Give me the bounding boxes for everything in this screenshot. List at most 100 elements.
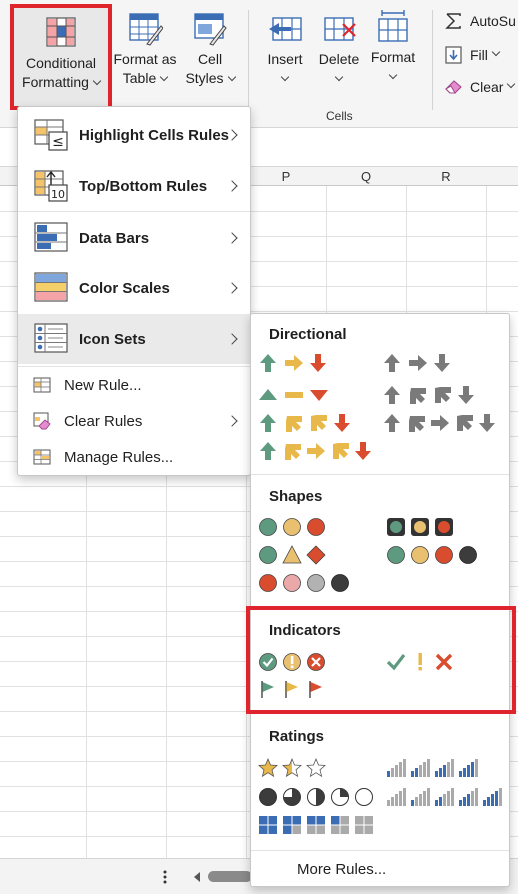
ribbon-group-separator xyxy=(248,10,249,110)
full-star-icon xyxy=(258,757,278,778)
delete-button[interactable]: Delete xyxy=(312,12,366,88)
chevron-down-icon xyxy=(507,79,516,89)
signal-bars-icon xyxy=(435,788,454,806)
icon-set-5-boxes[interactable] xyxy=(257,814,381,836)
format-cells-icon xyxy=(378,10,408,42)
signal-bars-icon xyxy=(387,759,406,777)
icon-set-3-signs[interactable] xyxy=(257,544,337,566)
conditional-formatting-button[interactable]: Conditional Formatting xyxy=(10,4,112,110)
ratings-section-title: Ratings xyxy=(269,728,325,745)
half-star-icon xyxy=(282,757,302,778)
icon-set-3-stars[interactable] xyxy=(257,757,337,779)
icon-set-4-traffic-lights[interactable] xyxy=(385,544,485,566)
arrow-up-right-icon xyxy=(410,388,426,404)
menu-item-manage-rules[interactable]: Manage Rules... xyxy=(18,441,250,473)
icon-set-4-arrows-gray[interactable] xyxy=(381,384,501,406)
arrow-down-icon xyxy=(458,386,474,404)
menu-item-color-scales[interactable]: Color Scales xyxy=(18,263,250,313)
top-bottom-icon: 10 xyxy=(34,170,68,202)
icon-set-4-ratings[interactable] xyxy=(385,757,489,779)
submenu-separator xyxy=(251,850,509,851)
submenu-separator xyxy=(251,474,509,475)
chevron-down-icon xyxy=(334,72,344,82)
icon-set-red-to-black[interactable] xyxy=(257,572,357,594)
arrow-right-icon xyxy=(409,355,427,371)
horizontal-scroll-thumb[interactable] xyxy=(208,871,252,882)
empty-circle-icon xyxy=(355,788,373,806)
cell-styles-button[interactable]: Cell Styles xyxy=(180,12,240,88)
color-scales-label: Color Scales xyxy=(79,279,170,297)
icon-set-3-arrows-gray[interactable] xyxy=(381,352,491,374)
icon-set-4-arrows-colored[interactable] xyxy=(257,412,367,434)
scroll-left-icon[interactable] xyxy=(192,871,202,883)
sigma-icon xyxy=(445,13,461,29)
clear-rules-label: Clear Rules xyxy=(64,412,143,430)
pink-circle-icon xyxy=(283,574,301,592)
icon-set-3-traffic-lights-unrimmed[interactable] xyxy=(257,516,337,538)
conditional-formatting-label-2: Formatting xyxy=(22,74,89,90)
chevron-right-icon xyxy=(226,232,238,244)
menu-item-icon-sets[interactable]: Icon Sets xyxy=(18,314,250,364)
cell-styles-icon xyxy=(194,13,227,46)
red-diamond-icon xyxy=(306,545,326,565)
arrow-up-right-icon xyxy=(285,444,301,460)
menu-item-clear-rules[interactable]: Clear Rules xyxy=(18,405,250,437)
green-circle-icon xyxy=(259,518,277,536)
format-label: Format xyxy=(370,49,416,65)
chevron-down-icon xyxy=(491,47,501,57)
arrow-down-icon xyxy=(355,442,371,460)
green-circle-icon xyxy=(390,521,402,533)
highlight-cells-icon: ≤ xyxy=(34,119,68,151)
insert-cells-icon xyxy=(269,17,302,41)
column-header-r[interactable]: R xyxy=(406,167,486,187)
menu-item-new-rule[interactable]: New Rule... xyxy=(18,369,250,401)
arrow-up-right-icon xyxy=(409,416,425,432)
menu-separator xyxy=(18,366,250,367)
icon-set-3-triangles[interactable] xyxy=(257,384,367,406)
fill-button[interactable]: Fill xyxy=(444,46,501,64)
autosum-label: AutoSu xyxy=(470,13,516,29)
less-equal-glyph: ≤ xyxy=(52,134,64,150)
conditional-formatting-icon xyxy=(46,17,76,47)
boxes-icon xyxy=(307,816,325,834)
signal-bars-icon xyxy=(387,788,406,806)
format-as-table-button[interactable]: Format as Table xyxy=(112,12,178,88)
icon-set-3-arrows-colored[interactable] xyxy=(257,352,367,374)
gray-circle-icon xyxy=(307,574,325,592)
menu-item-highlight-cells-rules[interactable]: ≤ Highlight Cells Rules xyxy=(18,109,250,161)
boxes-icon xyxy=(259,816,277,834)
icon-set-5-ratings[interactable] xyxy=(385,786,509,808)
chevron-down-icon xyxy=(227,72,236,82)
new-rule-label: New Rule... xyxy=(64,376,142,394)
chevron-right-icon xyxy=(226,282,238,294)
chevron-right-icon xyxy=(226,180,238,192)
insert-button[interactable]: Insert xyxy=(258,12,312,88)
icon-set-5-quarters[interactable] xyxy=(257,786,381,808)
autosum-button[interactable]: AutoSu xyxy=(444,12,516,30)
menu-item-data-bars[interactable]: Data Bars xyxy=(18,213,250,263)
more-options-icon[interactable] xyxy=(160,869,170,885)
icon-set-5-arrows-colored[interactable] xyxy=(257,440,381,462)
more-rules-link[interactable]: More Rules... xyxy=(297,861,386,878)
icon-set-5-arrows-gray[interactable] xyxy=(381,412,505,434)
fill-down-icon xyxy=(445,46,462,64)
insert-label: Insert xyxy=(267,51,303,67)
green-circle-icon xyxy=(387,546,405,564)
fill-label: Fill xyxy=(470,47,488,63)
icon-sets-label: Icon Sets xyxy=(79,330,146,348)
shapes-section-title: Shapes xyxy=(269,488,323,505)
icon-set-3-traffic-lights-rimmed[interactable] xyxy=(385,516,465,538)
triangle-up-icon xyxy=(259,389,277,400)
full-circle-icon xyxy=(259,788,277,806)
arrow-right-icon xyxy=(307,443,325,459)
menu-item-top-bottom-rules[interactable]: 10 Top/Bottom Rules xyxy=(18,161,250,211)
column-header-q[interactable]: Q xyxy=(326,167,406,187)
arrow-up-icon xyxy=(260,442,276,460)
red-circle-icon xyxy=(435,546,453,564)
format-button[interactable]: Format xyxy=(366,10,420,86)
data-bars-icon xyxy=(34,222,68,252)
column-header-p[interactable]: P xyxy=(246,167,326,187)
clear-button[interactable]: Clear xyxy=(444,78,516,96)
arrow-down-right-icon xyxy=(311,415,327,431)
arrow-up-icon xyxy=(384,354,400,372)
